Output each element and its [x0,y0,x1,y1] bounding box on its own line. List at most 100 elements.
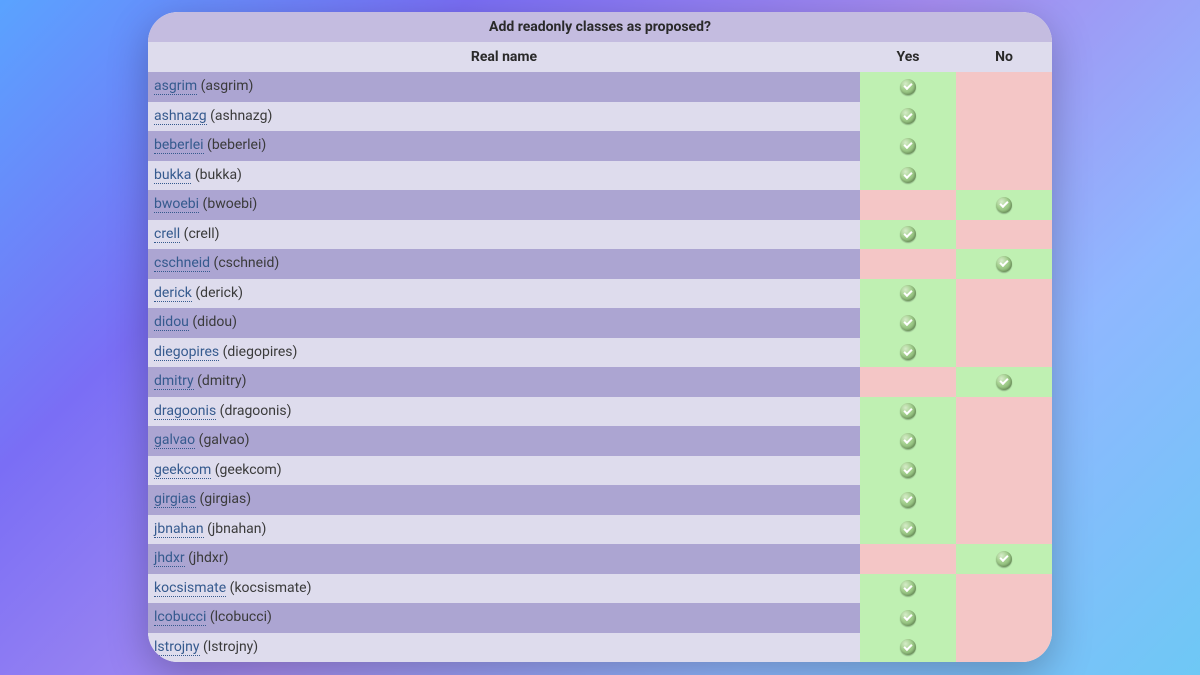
user-display: (geekcom) [215,462,282,478]
check-icon [900,580,916,596]
cell-yes [860,190,956,220]
cell-yes [860,515,956,545]
user-display: (kocsismate) [230,580,312,596]
check-icon [900,433,916,449]
table-row: dmitry (dmitry) [148,367,1052,397]
cell-no [956,544,1052,574]
table-row: jhdxr (jhdxr) [148,544,1052,574]
user-display: (ashnazg) [210,108,272,124]
check-icon [996,197,1012,213]
user-link[interactable]: beberlei [154,137,204,154]
cell-no [956,161,1052,191]
check-icon [900,79,916,95]
cell-no [956,279,1052,309]
check-icon [996,551,1012,567]
vote-title: Add readonly classes as proposed? [148,12,1052,42]
table-row: diegopires (diegopires) [148,338,1052,368]
cell-no [956,574,1052,604]
user-display: (bukka) [195,167,242,183]
cell-realname: didou (didou) [148,308,860,338]
user-link[interactable]: jhdxr [154,550,185,567]
cell-yes [860,72,956,102]
cell-no [956,367,1052,397]
user-display: (derick) [195,285,243,301]
user-display: (diegopires) [223,344,298,360]
table-row: cschneid (cschneid) [148,249,1052,279]
user-display: (galvao) [199,432,250,448]
cell-yes [860,456,956,486]
table-row: kocsismate (kocsismate) [148,574,1052,604]
user-link[interactable]: bukka [154,167,191,184]
cell-realname: lstrojny (lstrojny) [148,633,860,663]
user-display: (dragoonis) [220,403,292,419]
user-link[interactable]: dmitry [154,373,194,390]
cell-yes [860,131,956,161]
table-header: Real name Yes No [148,42,1052,72]
cell-no [956,603,1052,633]
cell-yes [860,397,956,427]
user-link[interactable]: crell [154,226,180,243]
check-icon [900,403,916,419]
user-link[interactable]: girgias [154,491,196,508]
header-yes: Yes [860,42,956,72]
header-realname: Real name [148,42,860,72]
cell-no [956,485,1052,515]
cell-yes [860,308,956,338]
check-icon [900,226,916,242]
cell-realname: geekcom (geekcom) [148,456,860,486]
user-link[interactable]: galvao [154,432,195,449]
cell-realname: dragoonis (dragoonis) [148,397,860,427]
table-row: lcobucci (lcobucci) [148,603,1052,633]
table-row: derick (derick) [148,279,1052,309]
table-row: lstrojny (lstrojny) [148,633,1052,663]
cell-realname: jbnahan (jbnahan) [148,515,860,545]
cell-realname: derick (derick) [148,279,860,309]
cell-yes [860,102,956,132]
user-link[interactable]: dragoonis [154,403,216,420]
check-icon [900,521,916,537]
check-icon [900,108,916,124]
user-link[interactable]: jbnahan [154,521,204,538]
user-link[interactable]: geekcom [154,462,211,479]
cell-realname: crell (crell) [148,220,860,250]
user-link[interactable]: derick [154,285,192,302]
user-display: (jbnahan) [207,521,266,537]
user-display: (lcobucci) [210,609,272,625]
table-row: asgrim (asgrim) [148,72,1052,102]
user-display: (bwoebi) [203,196,258,212]
user-link[interactable]: ashnazg [154,108,207,125]
user-link[interactable]: lstrojny [154,639,200,656]
check-icon [900,639,916,655]
cell-no [956,338,1052,368]
cell-realname: lcobucci (lcobucci) [148,603,860,633]
user-link[interactable]: asgrim [154,78,197,95]
cell-no [956,249,1052,279]
cell-yes [860,161,956,191]
cell-yes [860,220,956,250]
check-icon [900,610,916,626]
check-icon [900,344,916,360]
header-no: No [956,42,1052,72]
cell-no [956,220,1052,250]
cell-no [956,456,1052,486]
cell-no [956,426,1052,456]
cell-no [956,131,1052,161]
table-row: crell (crell) [148,220,1052,250]
cell-realname: dmitry (dmitry) [148,367,860,397]
user-link[interactable]: lcobucci [154,609,206,626]
user-display: (lstrojny) [203,639,258,655]
table-row: geekcom (geekcom) [148,456,1052,486]
cell-yes [860,279,956,309]
cell-realname: beberlei (beberlei) [148,131,860,161]
user-link[interactable]: cschneid [154,255,210,272]
user-link[interactable]: diegopires [154,344,219,361]
user-link[interactable]: didou [154,314,189,331]
user-link[interactable]: bwoebi [154,196,199,213]
cell-realname: bwoebi (bwoebi) [148,190,860,220]
cell-yes [860,574,956,604]
user-link[interactable]: kocsismate [154,580,226,597]
cell-realname: cschneid (cschneid) [148,249,860,279]
cell-no [956,102,1052,132]
check-icon [900,462,916,478]
cell-realname: diegopires (diegopires) [148,338,860,368]
